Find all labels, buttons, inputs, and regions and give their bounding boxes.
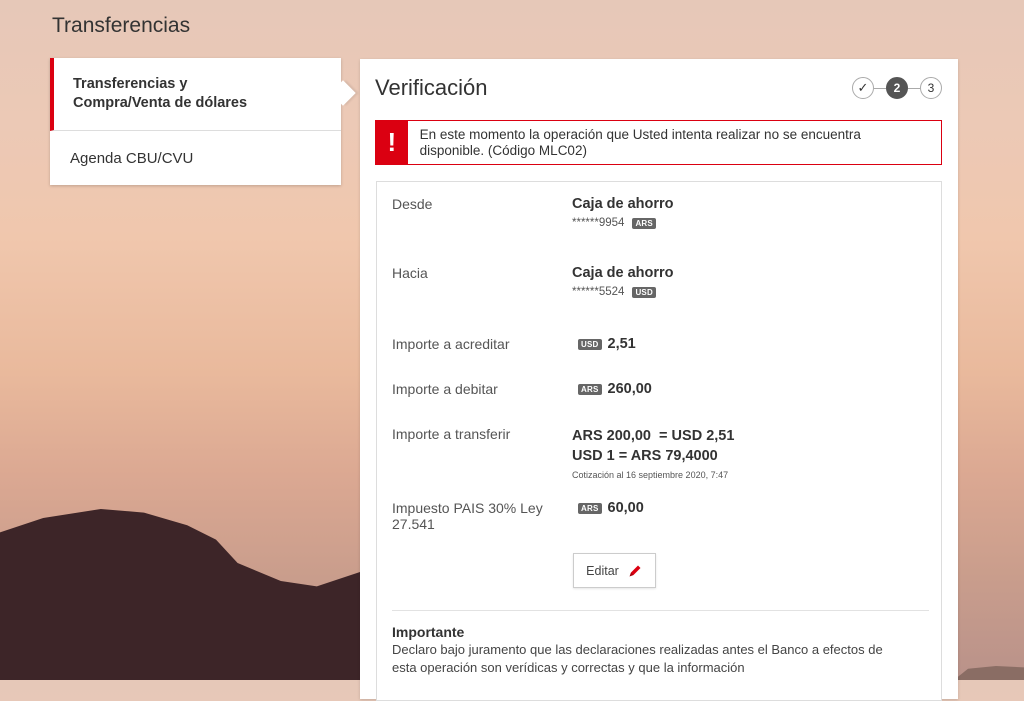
side-menu: Transferencias y Compra/Venta de dólares… xyxy=(50,58,356,185)
menu-item-label-line1: Transferencias y xyxy=(73,76,188,92)
alert-message: En este momento la operación que Usted i… xyxy=(419,127,861,158)
label-importe-acreditar: Importe a acreditar xyxy=(392,336,510,352)
from-account-type: Caja de ahorro xyxy=(572,196,674,212)
step-connector xyxy=(874,87,886,89)
pencil-icon xyxy=(629,565,641,576)
to-account-type: Caja de ahorro xyxy=(572,265,674,281)
amount: 260,00 xyxy=(607,381,652,397)
currency-badge: USD xyxy=(632,286,656,298)
transfer-line2: USD 1 = ARS 79,4000 xyxy=(572,448,718,464)
menu-item-label-line2: Compra/Venta de dólares xyxy=(73,95,248,111)
page-title: Transferencias xyxy=(52,14,191,37)
amount: 2,51 xyxy=(607,336,636,352)
label-hacia: Hacia xyxy=(392,265,428,281)
from-account-line: ******9954 ARS xyxy=(572,217,674,229)
transfer-line1: ARS 200,00 = USD 2,51 xyxy=(572,428,735,444)
to-account-line: ******5524 USD xyxy=(572,286,674,298)
value-desde: Caja de ahorro ******9954 ARS xyxy=(572,196,674,229)
value-importe-acreditar: USD 2,51 xyxy=(578,336,636,352)
stepper: ✓ 2 3 xyxy=(852,77,942,99)
verification-panel: Verificación ✓ 2 3 ! En este momento la … xyxy=(360,59,958,701)
step-2-current: 2 xyxy=(886,77,908,99)
exchange-quote: Cotización al 16 septiembre 2020, 7:47 xyxy=(572,470,729,480)
from-account-number: ******9954 xyxy=(572,217,625,229)
step-1-done: ✓ xyxy=(852,77,874,99)
label-desde: Desde xyxy=(392,196,433,212)
to-account-number: ******5524 xyxy=(572,286,625,298)
divider xyxy=(392,610,929,611)
important-text: Declaro bajo juramento que las declaraci… xyxy=(392,642,883,675)
step-3-pending: 3 xyxy=(920,77,942,99)
transfer-detail-box: Desde Caja de ahorro ******9954 ARS Haci… xyxy=(376,181,942,701)
active-indicator-arrow xyxy=(330,80,356,106)
panel-title: Verificación xyxy=(375,75,488,100)
menu-item-label: Agenda CBU/CVU xyxy=(70,149,194,167)
label-impuesto: Impuesto PAIS 30% Ley 27.541 xyxy=(392,500,543,532)
menu-item-transferencias[interactable]: Transferencias y Compra/Venta de dólares xyxy=(50,58,356,131)
important-title: Importante xyxy=(392,624,465,640)
step-connector xyxy=(908,87,920,89)
alert-exclamation-icon: ! xyxy=(376,121,408,164)
label-importe-debitar: Importe a debitar xyxy=(392,381,498,397)
edit-button[interactable]: Editar xyxy=(573,553,656,588)
important-section: Importante Declaro bajo juramento que la… xyxy=(392,624,902,677)
currency-badge: USD xyxy=(578,338,602,350)
value-impuesto: ARS 60,00 xyxy=(578,500,644,516)
currency-badge: ARS xyxy=(578,383,602,395)
menu-item-agenda[interactable]: Agenda CBU/CVU xyxy=(50,131,341,185)
currency-badge: ARS xyxy=(632,217,656,229)
error-alert: ! En este momento la operación que Usted… xyxy=(375,120,942,165)
label-importe-transferir: Importe a transferir xyxy=(392,426,511,442)
value-importe-transferir: ARS 200,00 = USD 2,51 USD 1 = ARS 79,400… xyxy=(572,426,734,480)
background-hill xyxy=(954,666,1024,680)
currency-badge: ARS xyxy=(578,502,602,514)
background-mountain xyxy=(0,509,360,680)
value-importe-debitar: ARS 260,00 xyxy=(578,381,652,397)
amount: 60,00 xyxy=(607,500,644,516)
value-hacia: Caja de ahorro ******5524 USD xyxy=(572,265,674,298)
edit-button-label: Editar xyxy=(586,563,619,578)
